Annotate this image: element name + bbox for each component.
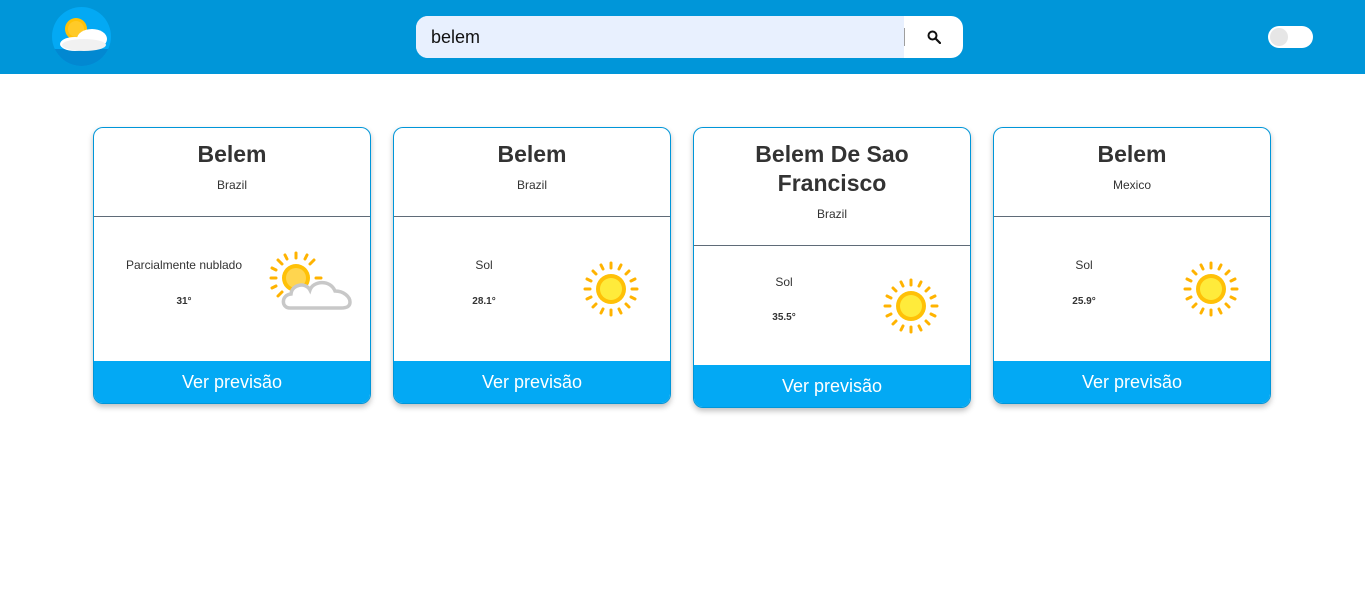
temperature: 31°	[176, 296, 192, 307]
sun-icon	[1183, 261, 1239, 317]
city-name: Belem De Sao Francisco	[755, 141, 909, 196]
city-name: Belem	[1097, 141, 1167, 167]
toggle-knob	[1270, 28, 1288, 46]
city-name: Belem	[197, 141, 267, 167]
weather-condition: Sol	[1075, 258, 1093, 272]
weather-condition: Sol	[475, 258, 493, 272]
weather-condition: Parcialmente nublado	[125, 258, 243, 272]
card-header: Belem Mexico	[994, 128, 1270, 217]
country-name: Brazil	[216, 178, 247, 192]
card-header: Belem De Sao Francisco Brazil	[694, 128, 970, 246]
card-body: Sol 35.5°	[694, 246, 970, 365]
card-body: Parcialmente nublado 31°	[94, 217, 370, 361]
card-header: Belem Brazil	[394, 128, 670, 217]
search-bar	[416, 16, 963, 58]
temperature: 25.9°	[1072, 296, 1096, 307]
card-header: Belem Brazil	[94, 128, 370, 217]
theme-toggle[interactable]	[1268, 26, 1313, 48]
country-name: Brazil	[816, 207, 847, 221]
search-button[interactable]	[905, 16, 963, 58]
country-name: Brazil	[516, 178, 547, 192]
weather-card: Belem Mexico Sol 25.9° Ver previsão	[993, 127, 1271, 404]
top-bar	[0, 0, 1365, 74]
sun-icon	[883, 278, 939, 334]
app-logo-icon[interactable]	[52, 7, 111, 66]
partly-cloudy-icon	[269, 251, 352, 310]
temperature: 28.1°	[472, 296, 496, 307]
weather-card: Belem Brazil Parcialmente nublado 31° Ve…	[93, 127, 371, 404]
card-body: Sol 25.9°	[994, 217, 1270, 361]
search-input[interactable]	[416, 16, 904, 58]
country-name: Mexico	[1112, 178, 1151, 192]
weather-card: Belem Brazil Sol 28.1° Ver previsão	[393, 127, 671, 404]
forecast-button[interactable]: Ver previsão	[994, 361, 1270, 403]
search-icon	[927, 30, 941, 44]
weather-condition: Sol	[775, 275, 793, 289]
forecast-button[interactable]: Ver previsão	[694, 365, 970, 407]
city-name: Belem	[497, 141, 567, 167]
weather-card: Belem De Sao Francisco Brazil Sol 35.5° …	[693, 127, 971, 408]
forecast-button[interactable]: Ver previsão	[394, 361, 670, 403]
card-body: Sol 28.1°	[394, 217, 670, 361]
temperature: 35.5°	[772, 312, 796, 323]
forecast-button[interactable]: Ver previsão	[94, 361, 370, 403]
sun-icon	[583, 261, 639, 317]
